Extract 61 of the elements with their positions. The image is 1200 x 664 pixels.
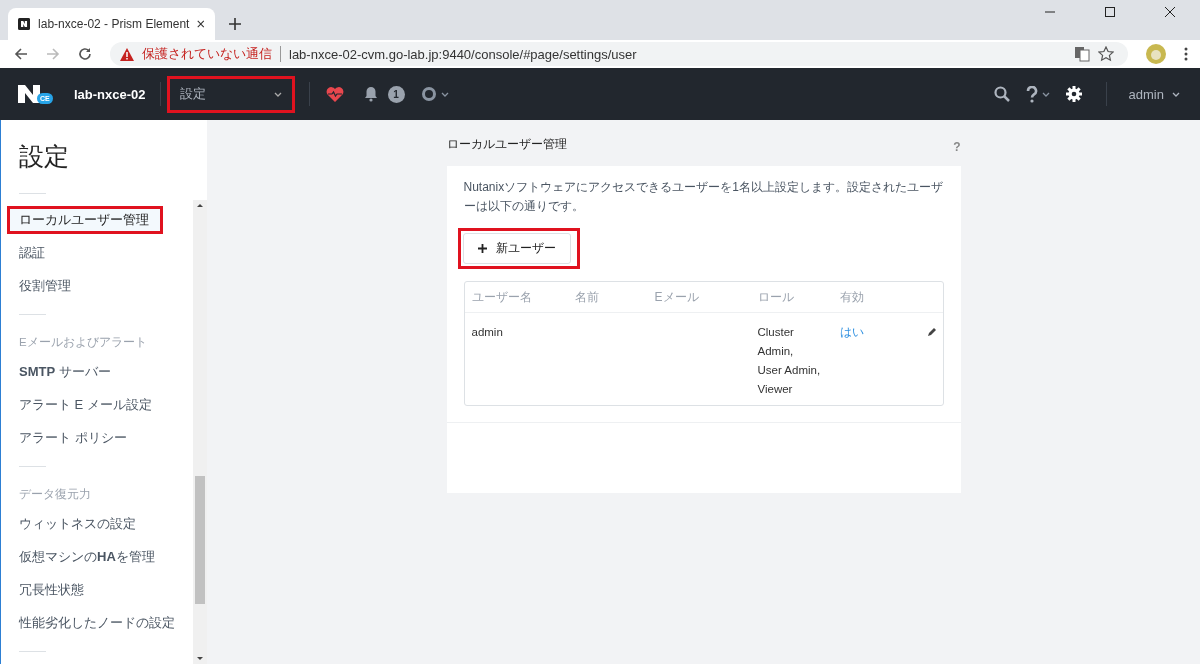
- alert-count: 1: [387, 85, 405, 103]
- circle-icon: [420, 86, 437, 102]
- chevron-icon: [273, 91, 282, 97]
- sidebar-item[interactable]: 性能劣化したノードの設定: [10, 612, 175, 634]
- translate-icon[interactable]: [1074, 46, 1090, 62]
- pencil-icon[interactable]: [926, 327, 937, 337]
- column-header: ロール: [756, 288, 795, 306]
- sidebar-item[interactable]: ウィットネスの設定: [10, 513, 160, 535]
- sidebar-item[interactable]: SMTP サーバー: [10, 361, 160, 383]
- chevron-icon: [440, 91, 449, 97]
- menu-icon[interactable]: [1184, 47, 1188, 61]
- security-warning: 保護されていない通信: [142, 45, 272, 63]
- star-icon[interactable]: [1098, 46, 1114, 62]
- scroll-thumb[interactable]: [195, 476, 205, 604]
- maximize-icon[interactable]: [1104, 6, 1116, 18]
- sidebar-item[interactable]: 役割管理: [10, 275, 160, 297]
- section-heading: Eメールおよびアラート: [18, 335, 148, 350]
- section-heading: データ復元力: [18, 487, 92, 502]
- sidebar-item[interactable]: 仮想マシンのHAを管理: [10, 546, 160, 568]
- settings-icon[interactable]: [1065, 86, 1082, 102]
- warning-icon: [120, 47, 134, 61]
- chevron-icon: [1041, 91, 1050, 97]
- reload-icon[interactable]: [78, 47, 92, 61]
- column-header: 有効: [838, 288, 865, 306]
- table-cell-text: はい: [838, 325, 865, 340]
- plus-icon: [477, 244, 487, 253]
- column-header: 名前: [573, 288, 600, 306]
- page-title: ローカルユーザー管理: [446, 136, 567, 153]
- tasks-menu[interactable]: [420, 86, 449, 102]
- sidebar-item[interactable]: 認証: [10, 242, 160, 264]
- search-icon[interactable]: [993, 86, 1010, 102]
- tab-title: lab-nxce-02 - Prism Element: [38, 17, 190, 31]
- column-header: Eメール: [653, 288, 700, 306]
- sidebar-item[interactable]: 冗長性状態: [10, 579, 160, 601]
- bell-icon[interactable]: [363, 86, 378, 102]
- help-menu[interactable]: [1025, 85, 1050, 103]
- sidebar-item[interactable]: アラート ポリシー: [10, 427, 160, 449]
- table-cell-text: Cluster Admin, User Admin, Viewer: [756, 325, 821, 397]
- back-icon[interactable]: [14, 47, 28, 61]
- url-text: lab-nxce-02-cvm.go-lab.jp:9440/console/#page/settings/user: [289, 46, 637, 62]
- browser-tab[interactable]: lab-nxce-02 - Prism Element: [8, 8, 215, 40]
- address-bar[interactable]: 保護されていない通信 lab-nxce-02-cvm.go-lab.jp:9440/console/#page/settings/user: [110, 42, 1128, 66]
- new-user-button[interactable]: 新ユーザー: [462, 233, 571, 264]
- column-header: ユーザー名: [470, 288, 533, 306]
- page-dropdown[interactable]: 設定: [169, 85, 292, 103]
- user-menu[interactable]: admin: [1122, 85, 1186, 103]
- logo-icon: [18, 85, 42, 103]
- sidebar-item[interactable]: ローカルユーザー管理: [10, 209, 160, 231]
- table-cell-text: admin: [470, 325, 504, 340]
- description-text: Nutanixソフトウェアにアクセスできるユーザーを1名以上設定します。設定されたユーザーは以下の通りです。: [463, 179, 944, 215]
- question-icon: [1025, 85, 1038, 103]
- cluster-name: lab-nxce-02: [74, 86, 146, 102]
- sidebar-item[interactable]: アラート E メール設定: [10, 394, 160, 416]
- logo-icon: [18, 16, 31, 32]
- close-icon[interactable]: [197, 19, 205, 29]
- heart-icon[interactable]: [325, 86, 344, 102]
- scrollbar[interactable]: [193, 200, 207, 664]
- chevron-icon: [1172, 91, 1180, 97]
- sidebar-title: 設定: [18, 141, 70, 172]
- close-icon[interactable]: [1164, 6, 1176, 18]
- new-tab-icon[interactable]: [229, 18, 241, 30]
